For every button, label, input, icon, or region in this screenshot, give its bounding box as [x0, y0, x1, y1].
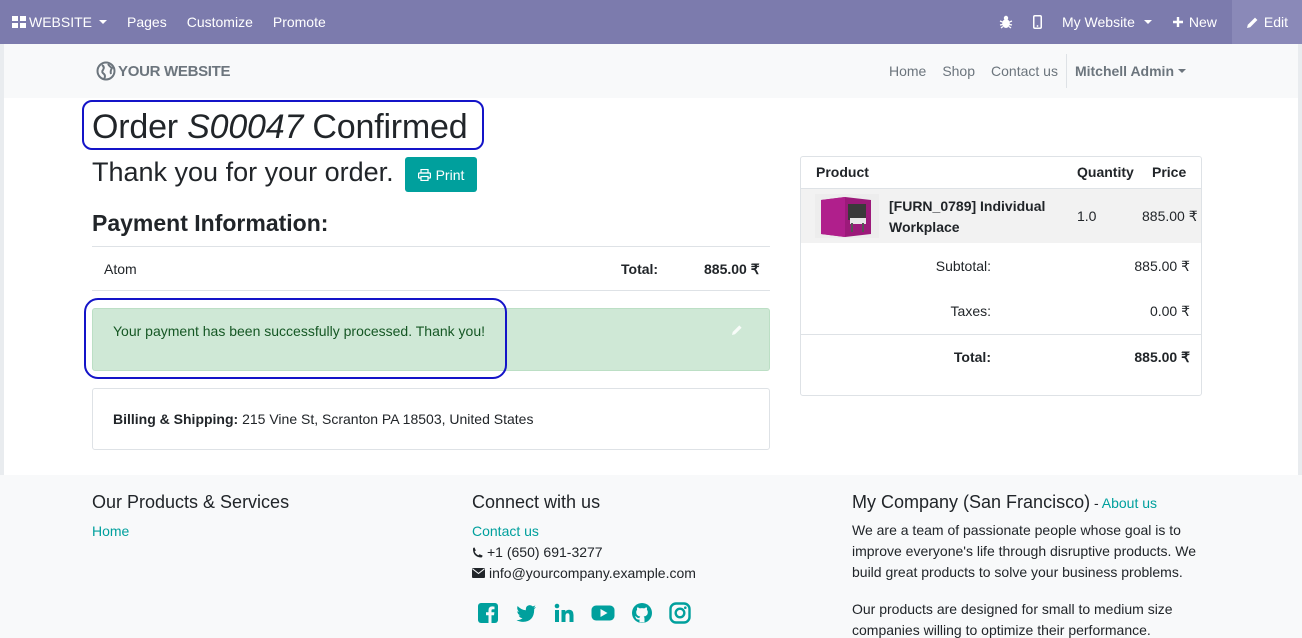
edit-label: Edit	[1263, 14, 1288, 30]
envelope-icon	[472, 568, 485, 578]
taxes-label: Taxes:	[950, 303, 991, 319]
pages-menu[interactable]: Pages	[117, 0, 177, 44]
print-label: Print	[435, 166, 465, 183]
chevron-down-icon	[1178, 69, 1186, 73]
main-nav: Home Shop Contact us Mitchell Admin	[881, 44, 1194, 98]
print-button[interactable]: Print	[405, 157, 477, 192]
product-image[interactable]	[815, 194, 879, 238]
site-header: YOUR WEBSITE Home Shop Contact us Mitche…	[0, 44, 1302, 98]
user-name: Mitchell Admin	[1074, 63, 1174, 79]
payment-method: Atom	[104, 261, 137, 277]
billing-shipping-text: Billing & Shipping: 215 Vine St, Scranto…	[113, 411, 533, 427]
page-right-edge	[1298, 44, 1302, 544]
facebook-icon[interactable]	[477, 602, 499, 624]
billing-label: Billing & Shipping:	[113, 411, 239, 427]
phone-number: +1 (650) 691-3277	[487, 544, 603, 560]
website-menu-label: WEBSITE	[29, 14, 93, 30]
summary-total-value: 885.00 ₹	[1134, 349, 1190, 365]
payment-total-value: 885.00 ₹	[704, 261, 760, 277]
billing-address: 215 Vine St, Scranton PA 18503, United S…	[238, 411, 534, 427]
debug-button[interactable]	[989, 0, 1023, 44]
product-name[interactable]: [FURN_0789] Individual Workplace	[889, 196, 1059, 238]
alert-highlight-box	[84, 298, 507, 379]
pencil-icon	[732, 325, 742, 335]
company-description: We are a team of passionate people whose…	[852, 522, 1197, 580]
my-website-label: My Website	[1061, 14, 1135, 30]
company-separator: -	[1090, 495, 1102, 511]
twitter-icon[interactable]	[515, 602, 537, 624]
chevron-down-icon	[99, 20, 108, 24]
title-highlight-box	[82, 100, 484, 150]
payment-divider-bottom	[92, 290, 770, 291]
editor-bar-left: WEBSITE Pages Customize Promote	[0, 0, 336, 44]
instagram-icon[interactable]	[669, 602, 691, 624]
payment-total-label: Total:	[621, 261, 659, 277]
footer-connect-heading: Connect with us	[472, 492, 601, 512]
youtube-icon[interactable]	[591, 602, 615, 624]
pencil-icon	[1246, 17, 1258, 28]
new-label: New	[1188, 14, 1217, 30]
promote-menu[interactable]: Promote	[263, 0, 336, 44]
taxes-value: 0.00 ₹	[1149, 303, 1190, 319]
subtotal-label: Subtotal:	[935, 258, 991, 274]
nav-item-contact[interactable]: Contact us	[983, 44, 1066, 98]
col-header-quantity: Quantity	[1077, 164, 1134, 180]
product-price: 885.00 ₹	[1142, 208, 1198, 224]
mobile-preview-button[interactable]	[1023, 0, 1052, 44]
user-menu[interactable]: Mitchell Admin	[1067, 44, 1194, 98]
company-products-description: Our products are designed for small to m…	[852, 601, 1173, 638]
logo-text: YOUR WEBSITE	[118, 62, 231, 80]
alert-edit-button[interactable]	[731, 324, 743, 336]
payment-heading: Payment Information:	[92, 210, 329, 236]
footer-email: info@yourcompany.example.com	[472, 565, 696, 581]
col-header-product: Product	[816, 164, 869, 180]
website-menu[interactable]: WEBSITE	[0, 0, 117, 44]
footer-contact-link[interactable]: Contact us	[472, 523, 539, 539]
subtotal-value: 885.00 ₹	[1134, 258, 1190, 274]
social-links	[477, 602, 691, 624]
edit-button[interactable]: Edit	[1231, 0, 1302, 44]
linkedin-icon[interactable]	[553, 602, 575, 624]
new-button[interactable]: New	[1162, 0, 1227, 44]
nav-item-home[interactable]: Home	[881, 44, 934, 98]
payment-divider	[92, 246, 770, 247]
github-icon[interactable]	[631, 602, 653, 624]
bug-icon	[999, 15, 1013, 29]
footer-phone: +1 (650) 691-3277	[472, 544, 603, 560]
email-address: info@yourcompany.example.com	[489, 565, 696, 581]
plus-icon	[1172, 17, 1183, 27]
company-name: My Company (San Francisco)	[852, 492, 1091, 512]
product-quantity: 1.0	[1077, 208, 1097, 224]
summary-total-label: Total:	[953, 349, 991, 365]
print-icon	[417, 168, 431, 181]
thank-you-message: Thank you for your order.	[92, 157, 394, 187]
footer-products-heading: Our Products & Services	[92, 492, 290, 512]
col-header-price: Price	[1152, 164, 1187, 180]
globe-icon	[96, 61, 116, 81]
editor-bar-right: My Website New Edit	[989, 0, 1302, 44]
footer-company-heading: My Company (San Francisco) - About us	[852, 492, 1157, 513]
summary-total-divider	[801, 334, 1201, 335]
customize-menu[interactable]: Customize	[177, 0, 263, 44]
apps-grid-icon	[12, 16, 26, 28]
about-us-link[interactable]: About us	[1102, 495, 1157, 511]
mobile-icon	[1032, 15, 1042, 29]
website-editor-bar: WEBSITE Pages Customize Promote My Websi…	[0, 0, 1302, 44]
my-website-menu[interactable]: My Website	[1052, 0, 1162, 44]
phone-icon	[473, 547, 483, 557]
site-logo[interactable]: YOUR WEBSITE	[96, 61, 231, 81]
footer-home-link[interactable]: Home	[92, 523, 129, 539]
nav-item-shop[interactable]: Shop	[934, 44, 983, 98]
chevron-down-icon	[1143, 20, 1152, 24]
